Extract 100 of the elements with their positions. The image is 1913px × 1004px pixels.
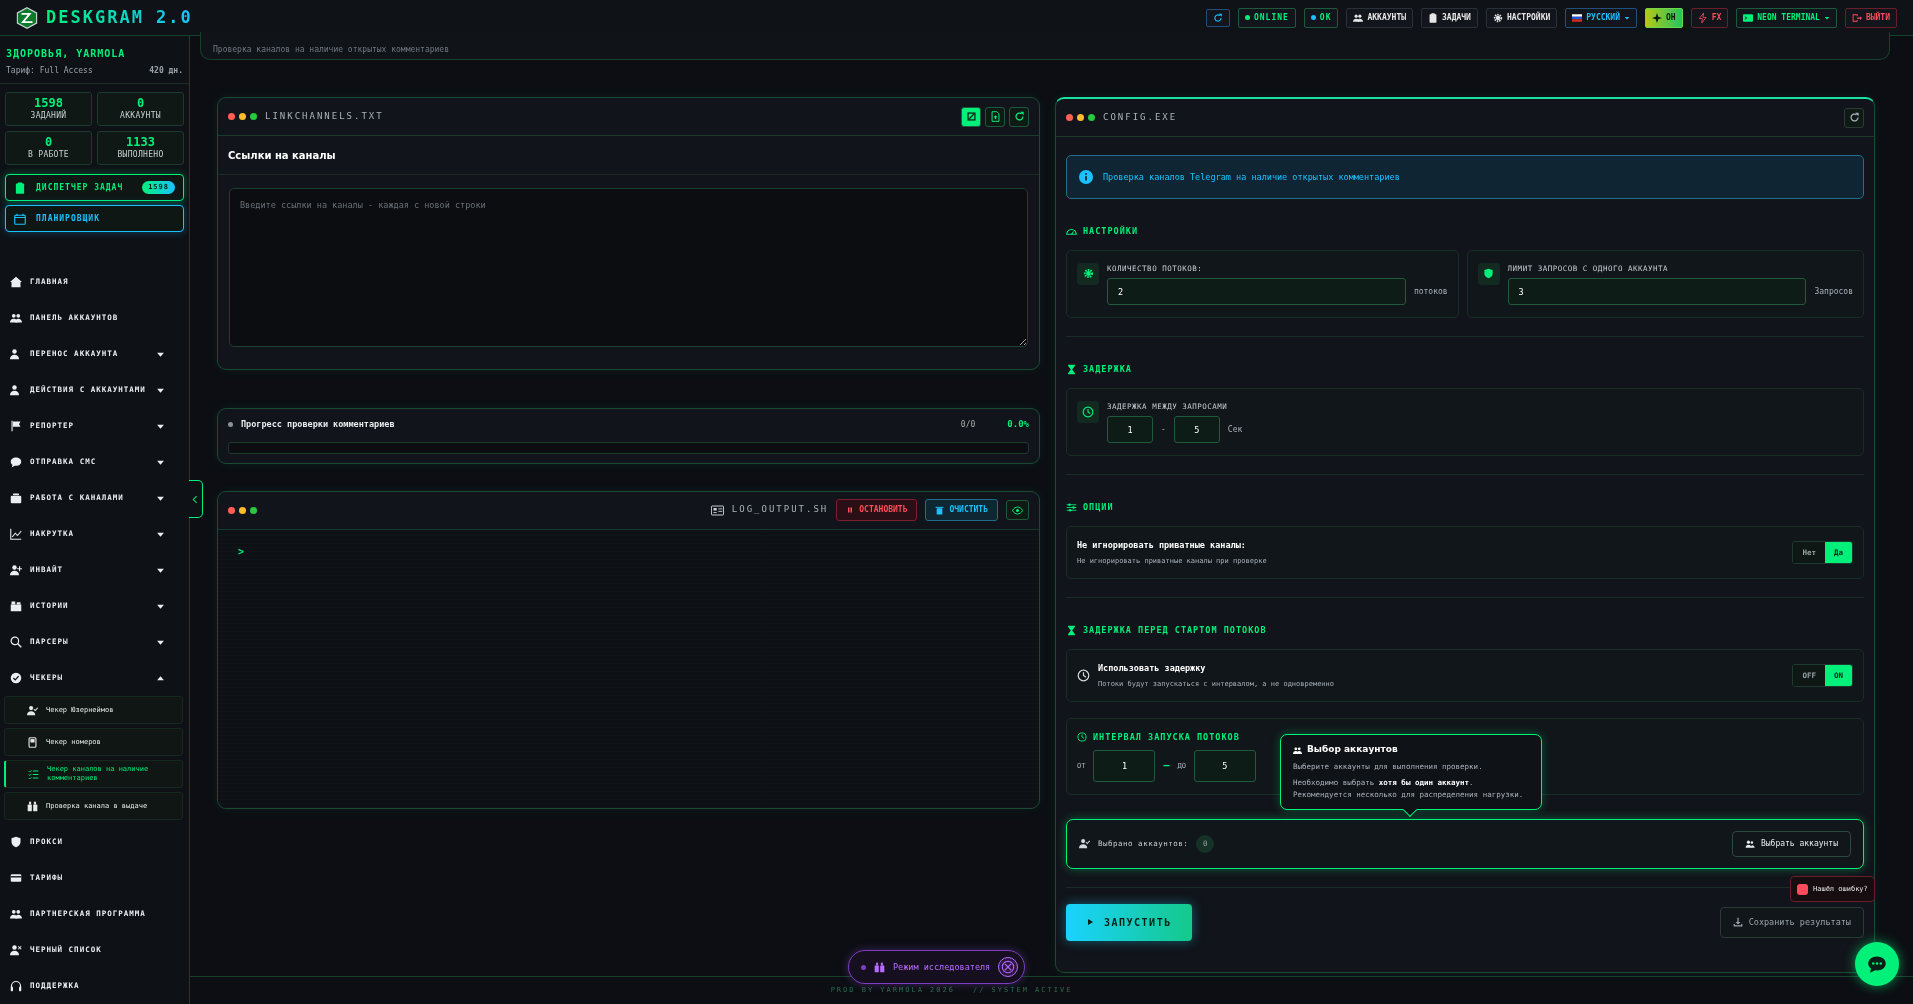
input-field[interactable]: Введите ссылки на каналы - каждая с новой строки — [229, 188, 1028, 347]
download-icon — [1732, 917, 1743, 928]
trash-icon — [935, 505, 945, 515]
people-icon — [1293, 745, 1302, 755]
prompt-symbol: > — [238, 545, 245, 557]
run-button[interactable]: ЗАПУСТИТЬ — [1066, 903, 1192, 941]
input-field[interactable]: 2 — [1107, 278, 1406, 305]
select-accounts-button[interactable]: Выбрать аккаунты — [1731, 830, 1851, 857]
language-dropdown[interactable]: РУССКИЙ — [1565, 7, 1637, 28]
range-separator: - — [1161, 423, 1166, 436]
description-text: Проверка каналов на наличие открытых комментариев — [213, 44, 449, 56]
window-dots-icon — [1066, 114, 1095, 121]
input-field[interactable]: 5 — [1173, 416, 1220, 443]
hourglass-icon — [1066, 363, 1077, 375]
input-field[interactable]: 1 — [1093, 749, 1156, 782]
check-circle-icon — [10, 672, 22, 684]
settings-icon — [1492, 12, 1503, 23]
refresh-icon — [1013, 111, 1025, 122]
binoculars-icon — [27, 800, 38, 812]
person-plus-icon — [10, 564, 22, 576]
progress-count: 0/0 — [960, 418, 976, 431]
nav-button[interactable]: ЗАДАЧИ — [1421, 7, 1478, 28]
logout-icon — [1851, 12, 1862, 23]
save-button[interactable]: Сохранить результаты — [1719, 906, 1864, 938]
clock-icon — [1077, 668, 1090, 682]
input-field[interactable]: 5 — [1193, 749, 1256, 782]
shield-icon — [10, 836, 22, 848]
refresh-icon — [1212, 12, 1223, 23]
action-button[interactable]: FX — [1690, 7, 1729, 28]
section-heading: ЗАДЕРЖКА ПЕРЕД СТАРТОМ ПОТОКОВ — [1083, 624, 1267, 637]
section-heading: ОПЦИИ — [1083, 501, 1114, 514]
status-indicator[interactable]: ONLINE — [1237, 7, 1296, 28]
hourglass-icon — [1066, 624, 1077, 636]
input-field[interactable]: 1 — [1107, 416, 1153, 443]
calendar-icon — [14, 212, 26, 225]
icon-button[interactable] — [1006, 500, 1029, 520]
nav-button[interactable]: НАСТРОЙКИ — [1485, 7, 1558, 28]
people-icon — [1744, 838, 1755, 849]
card-icon — [10, 872, 22, 884]
file-upload-icon — [989, 111, 1001, 122]
nav-button[interactable]: АККАУНТЫ — [1346, 7, 1413, 28]
greeting-text: ЗДОРОВЬЯ, YARMOLA — [6, 47, 127, 61]
theme-dropdown[interactable]: NEON TERMINAL — [1736, 7, 1837, 28]
unit-label: потоков — [1413, 285, 1448, 298]
clipboard-icon — [1428, 12, 1438, 23]
file-name: CONFIG.EXE — [1103, 110, 1178, 124]
person-check-icon — [27, 704, 38, 716]
close-icon — [1001, 960, 1016, 974]
clipboard-icon — [14, 181, 26, 194]
clear-button[interactable]: ОЧИСТИТЬ — [925, 499, 998, 521]
briefcase-icon — [10, 492, 22, 504]
file-name: LINKCHANNELS.TXT — [265, 109, 384, 123]
progress-percent: 0.0% — [1007, 418, 1029, 431]
chevron-icon — [191, 494, 200, 504]
pause-icon — [846, 506, 855, 514]
scheduler-button[interactable]: ПЛАНИРОВЩИК — [5, 205, 184, 232]
stop-button[interactable]: ОСТАНОВИТЬ — [836, 499, 918, 521]
stat-value: 0 — [43, 135, 54, 149]
panel-title: Ссылки на каналы — [218, 136, 1039, 175]
unit-label: Запросов — [1814, 285, 1853, 298]
square-icon — [965, 111, 977, 122]
status-dot — [861, 964, 866, 970]
person-x-icon — [10, 944, 22, 956]
binoculars-icon — [874, 961, 885, 973]
people-icon — [10, 312, 22, 324]
eye-icon — [1012, 504, 1023, 516]
refresh-button[interactable] — [1844, 107, 1864, 128]
stat-label: АККАУНТЫ — [119, 110, 162, 122]
icon-button[interactable] — [961, 106, 981, 127]
headset-icon — [10, 980, 22, 992]
phone-icon — [27, 736, 38, 748]
input-field[interactable]: 3 — [1507, 278, 1807, 305]
search-icon — [10, 636, 22, 648]
terminal-window-icon — [710, 503, 724, 517]
shield-icon — [1483, 268, 1495, 280]
option-title: Не игнорировать приватные каналы: — [1077, 538, 1247, 552]
close-button[interactable] — [998, 957, 1019, 977]
chat-button[interactable] — [1855, 942, 1899, 986]
status-indicator[interactable]: OK — [1303, 7, 1339, 28]
bolt-icon — [1697, 12, 1708, 23]
progress-title: Прогресс проверки комментариев — [241, 418, 395, 432]
toggle-button[interactable]: ОН — [1645, 7, 1683, 28]
status-dot — [228, 422, 233, 428]
stat-label: ЗАДАНИЙ — [29, 110, 68, 122]
refresh-button[interactable] — [1205, 8, 1230, 27]
action-button[interactable]: ВЫЙТИ — [1844, 7, 1897, 28]
sparkle-icon — [1652, 12, 1662, 23]
flag-icon — [1572, 12, 1583, 23]
stat-value: 1598 — [34, 96, 63, 110]
clock-icon — [1082, 405, 1094, 418]
info-icon — [1079, 170, 1093, 184]
play-icon — [1086, 918, 1094, 927]
chat-icon — [10, 456, 22, 468]
icon-button[interactable] — [985, 106, 1005, 127]
range-separator: — — [1163, 759, 1170, 774]
caret-icon — [1823, 14, 1830, 21]
stat-label: В РАБОТЕ — [27, 149, 70, 161]
collapse-button[interactable] — [189, 480, 203, 518]
stat-label: ВЫПОЛНЕНО — [116, 149, 165, 161]
icon-button[interactable] — [1009, 106, 1029, 127]
